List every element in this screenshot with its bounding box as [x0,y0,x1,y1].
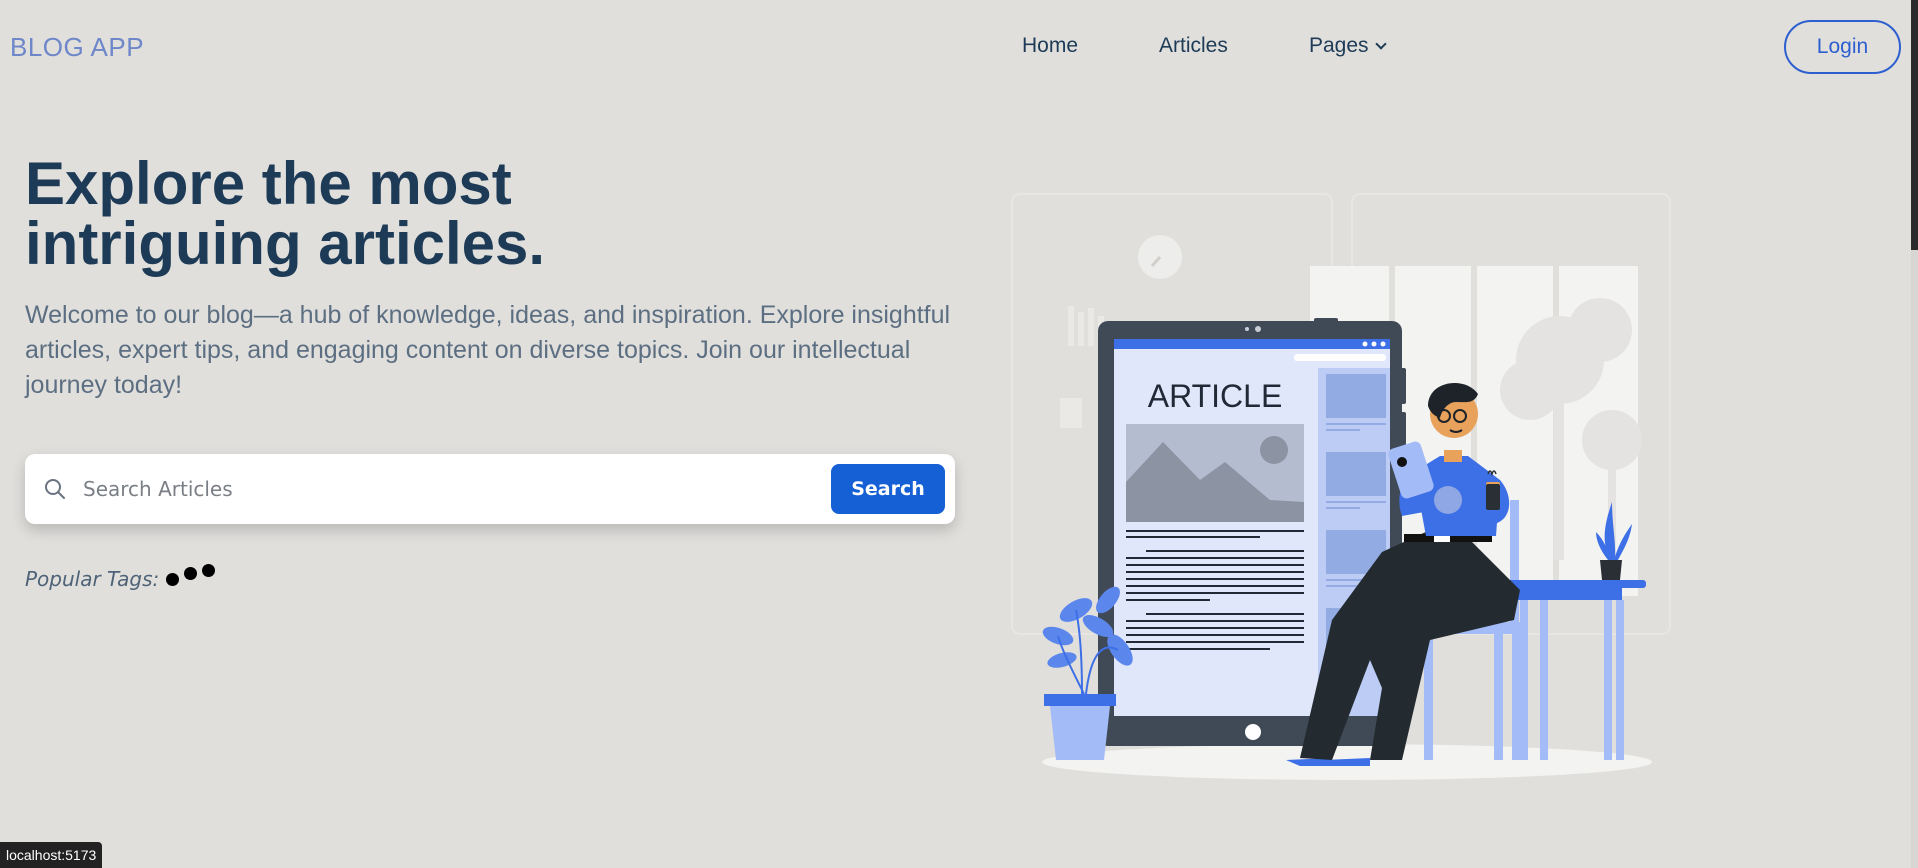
status-bar-url: localhost:5173 [0,842,103,868]
blog-illustration: ARTICLE [1011,193,1671,780]
nav-link-articles[interactable]: Articles [1159,34,1228,58]
login-button[interactable]: Login [1784,20,1901,74]
chevron-down-icon [1374,38,1387,50]
scrollbar-thumb[interactable] [1911,0,1918,250]
scrollbar[interactable] [1911,0,1918,868]
search-button[interactable]: Search [831,464,945,514]
nav-pages-label: Pages [1309,34,1369,57]
brand-logo[interactable]: BLOG APP [10,32,144,63]
hero-description: Welcome to our blog—a hub of knowledge, … [25,301,951,399]
loading-dots-icon [166,564,218,588]
popular-tags-label: Popular Tags: [25,567,160,591]
search-icon [45,479,65,499]
search-input[interactable] [83,467,823,511]
nav-dropdown-pages[interactable]: Pages [1309,34,1387,58]
hero-title: Explore the most intriguing articles. [25,154,585,274]
hero-title-line1: Explore the most [25,150,512,217]
hero-title-line2: intriguing articles. [25,210,546,277]
navbar: BLOG APP Home Articles Pages Login [0,0,1918,94]
nav-link-home[interactable]: Home [1022,34,1078,58]
article-headline: ARTICLE [1148,378,1283,414]
search-box: Search [25,454,955,524]
